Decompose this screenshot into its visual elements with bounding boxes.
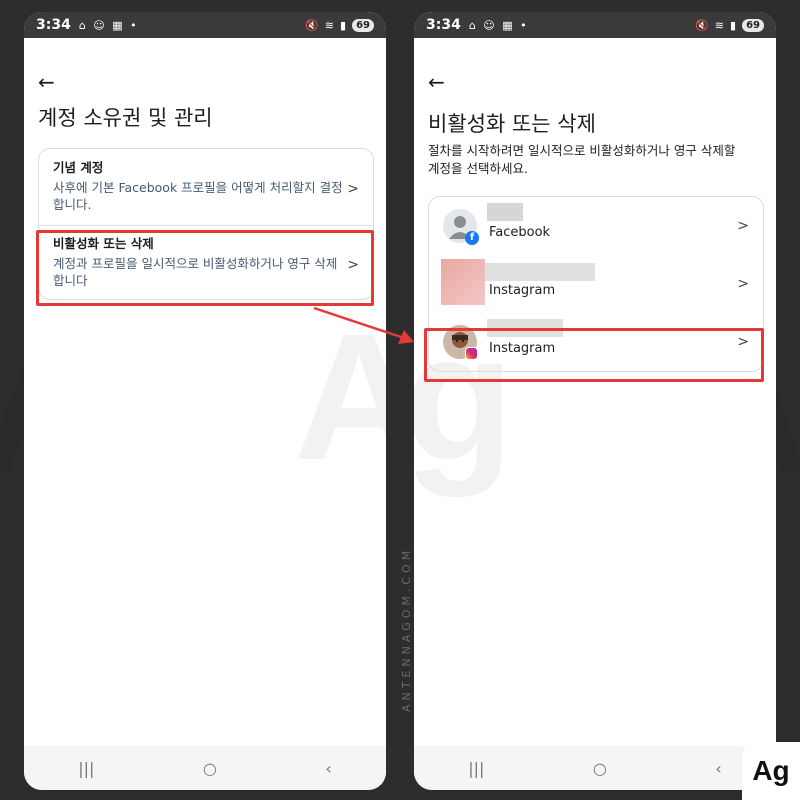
system-icons: 🔇 ≋ ▮ 69 [695,18,764,32]
notification-icons: ⌂ ☺ ▦ • [78,18,139,32]
nav-bar: ||| ○ ‹ [24,746,386,790]
chevron-right-icon: > [737,276,749,292]
item-title: 기념 계정 [53,160,104,175]
app-screen: ← 비활성화 또는 삭제 절차를 시작하려면 일시적으로 비활성화하거나 영구 … [414,38,776,746]
divider [39,225,373,226]
page-description: 절차를 시작하려면 일시적으로 비활성화하거나 영구 삭제할 계정을 선택하세요… [428,143,736,176]
item-subtitle: 사후에 기본 Facebook 프로필을 어떻게 처리할지 결정합니다. [53,180,343,212]
nav-bar: ||| ○ ‹ [414,746,776,790]
signal-icon: ▮ [730,18,737,32]
home-icon[interactable]: ○ [203,759,217,778]
status-bar: 3:34 ⌂ ☺ ▦ • 🔇 ≋ ▮ 69 [24,12,386,38]
mute-icon: 🔇 [305,18,319,32]
account-row-instagram-1[interactable]: Instagram > [429,255,763,313]
battery-indicator: 69 [742,18,764,32]
left-phone-screen: 3:34 ⌂ ☺ ▦ • 🔇 ≋ ▮ 69 ← 계정 소유권 및 관리 A 기념… [24,12,386,790]
chevron-right-icon: > [737,218,749,234]
red-arrow-icon [313,306,414,344]
wifi-icon: ≋ [324,18,335,32]
ag-logo: Ag [742,742,800,800]
vertical-watermark: ANTENNAGOM.COM [400,546,413,712]
status-bar: 3:34 ⌂ ☺ ▦ • 🔇 ≋ ▮ 69 [414,12,776,38]
notification-icons: ⌂ ☺ ▦ • [468,18,529,32]
highlight-box [424,328,764,382]
page-title: 비활성화 또는 삭제 [428,112,596,136]
status-time: 3:34 [36,17,71,33]
nav-back-icon[interactable]: ‹ [325,759,331,778]
back-arrow-icon[interactable]: ← [38,72,55,92]
account-platform: Instagram [489,283,556,298]
page-title: 계정 소유권 및 관리 [38,106,213,130]
home-icon[interactable]: ○ [593,759,607,778]
highlight-box [36,230,374,306]
facebook-badge-icon: f [465,231,479,245]
signal-icon: ▮ [340,18,347,32]
wifi-icon: ≋ [714,18,725,32]
recent-apps-icon[interactable]: ||| [468,759,484,778]
recent-apps-icon[interactable]: ||| [78,759,94,778]
battery-indicator: 69 [352,18,374,32]
redacted-avatar [441,259,485,305]
nav-back-icon[interactable]: ‹ [715,759,721,778]
account-platform: Facebook [489,225,551,240]
chevron-right-icon: > [347,181,359,197]
redacted-name [487,203,523,221]
redacted-name [485,263,595,281]
system-icons: 🔇 ≋ ▮ 69 [305,18,374,32]
memorial-account-item[interactable]: 기념 계정 사후에 기본 Facebook 프로필을 어떻게 처리할지 결정합니… [39,157,373,221]
mute-icon: 🔇 [695,18,709,32]
app-screen: ← 계정 소유권 및 관리 A 기념 계정 사후에 기본 Facebook 프로… [24,38,386,746]
back-arrow-icon[interactable]: ← [428,72,445,92]
right-phone-screen: 3:34 ⌂ ☺ ▦ • 🔇 ≋ ▮ 69 ← 비활성화 또는 삭제 절차를 시… [414,12,776,790]
status-time: 3:34 [426,17,461,33]
account-row-facebook[interactable]: f Facebook > [429,197,763,255]
